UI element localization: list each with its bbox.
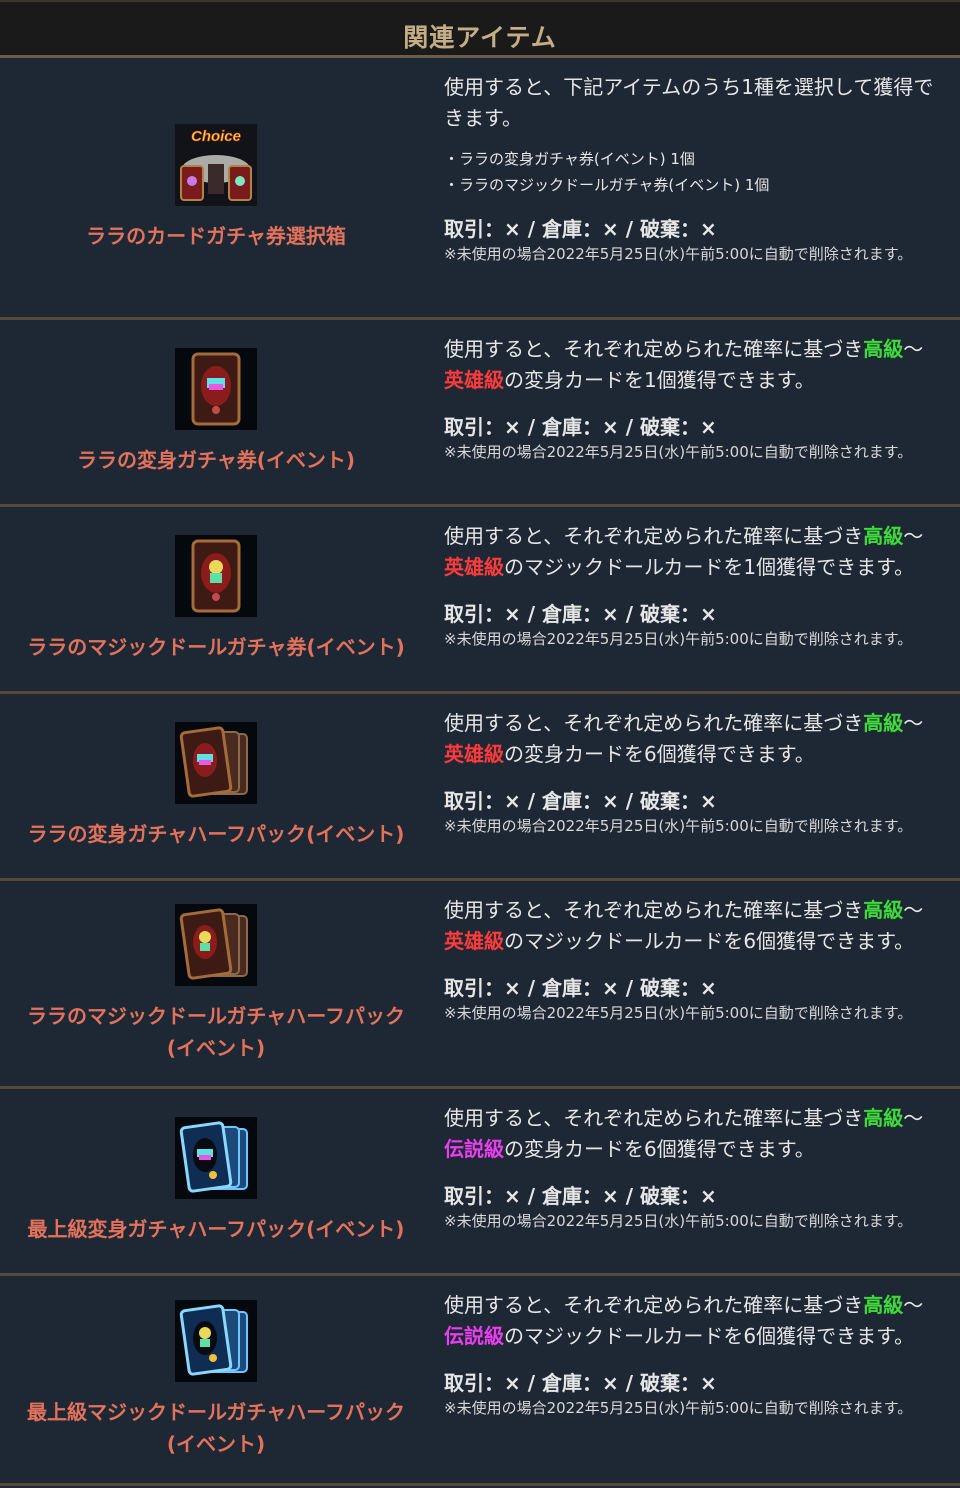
item-row: 最上級変身ガチャハーフパック(イベント) 使用すると、それぞれ定められた確率に基…	[0, 1089, 960, 1276]
item-name: ララのマジックドールガチャ券(イベント)	[27, 635, 405, 659]
grade-high-class: 高級	[863, 898, 904, 922]
item-description: 使用すると、それぞれ定められた確率に基づき高級～ 伝説級の変身カードを6個獲得でき…	[444, 1106, 924, 1161]
item-name: ララのマジックドールガチャハーフパック (イベント)	[27, 1003, 405, 1060]
item-description: 使用すると、それぞれ定められた確率に基づき高級～ 英雄級の変身カードを1個獲得でき…	[444, 337, 924, 392]
item-row: Choice ララのカードガチャ券選択箱 使用すると、下記アイテムのうち1種を選…	[0, 58, 960, 320]
expiry-note: ※未使用の場合2022年5月25日(水)午前5:00に自動で削除されます。	[444, 1399, 913, 1417]
trade-rules: 取引：× / 倉庫：× / 破棄：×	[444, 1371, 717, 1395]
grade-hero: 英雄級	[444, 742, 504, 766]
grade-high-class: 高級	[863, 1106, 904, 1130]
item-row: ララのマジックドールガチャハーフパック (イベント) 使用すると、それぞれ定められ…	[0, 881, 960, 1089]
item-description: 使用すると、それぞれ定められた確率に基づき高級～ 英雄級のマジックドールカードを6…	[444, 898, 924, 953]
item-row: ララの変身ガチャ券(イベント) 使用すると、それぞれ定められた確率に基づき高級～…	[0, 320, 960, 507]
grade-hero: 英雄級	[444, 929, 504, 953]
grade-hero: 英雄級	[444, 368, 504, 392]
trade-rules: 取引：× / 倉庫：× / 破棄：×	[444, 789, 717, 813]
item-description: 使用すると、下記アイテムのうち1種を選択して獲得できます。	[444, 75, 934, 130]
item-name: 最上級マジックドールガチャハーフパック (イベント)	[27, 1399, 405, 1456]
trade-rules: 取引：× / 倉庫：× / 破棄：×	[444, 217, 717, 241]
item-row: 最上級マジックドールガチャハーフパック (イベント) 使用すると、それぞれ定められ…	[0, 1276, 960, 1486]
item-name: ララの変身ガチャ券(イベント)	[76, 448, 356, 472]
premium-polymorph-pack-icon	[175, 1117, 257, 1199]
item-description: 使用すると、それぞれ定められた確率に基づき高級～ 英雄級のマジックドールカードを1…	[444, 524, 924, 579]
grade-legend: 伝説級	[444, 1137, 504, 1161]
item-name: ララのカードガチャ券選択箱	[86, 223, 346, 248]
grade-high-class: 高級	[863, 524, 904, 548]
grade-legend: 伝説級	[444, 1324, 504, 1348]
polymorph-pack-icon	[175, 722, 257, 804]
trade-rules: 取引：× / 倉庫：× / 破棄：×	[444, 602, 717, 626]
trade-rules: 取引：× / 倉庫：× / 破棄：×	[444, 1184, 717, 1208]
svg-text:Choice: Choice	[191, 128, 241, 145]
trade-rules: 取引：× / 倉庫：× / 破棄：×	[444, 415, 717, 439]
grade-hero: 英雄級	[444, 555, 504, 579]
item-row: ララのマジックドールガチャ券(イベント) 使用すると、それぞれ定められた確率に基…	[0, 507, 960, 694]
premium-magic-doll-pack-icon	[175, 1299, 257, 1382]
expiry-note: ※未使用の場合2022年5月25日(水)午前5:00に自動で削除されます。	[444, 443, 913, 461]
section-title: 関連アイテム	[403, 22, 557, 52]
expiry-note: ※未使用の場合2022年5月25日(水)午前5:00に自動で削除されます。	[444, 817, 913, 835]
magic-doll-pack-icon	[175, 903, 257, 986]
choice-box-icon: Choice	[175, 123, 257, 206]
list-item: ・ララのマジックドールガチャ券(イベント) 1個	[444, 176, 770, 194]
grade-high-class: 高級	[863, 337, 904, 361]
polymorph-card-icon	[175, 348, 257, 430]
item-name: 最上級変身ガチャハーフパック(イベント)	[27, 1217, 405, 1241]
grade-high-class: 高級	[863, 1293, 904, 1317]
section-header: 関連アイテム	[0, 0, 960, 58]
magic-doll-card-icon	[175, 535, 257, 617]
item-row: ララの変身ガチャハーフパック(イベント) 使用すると、それぞれ定められた確率に基…	[0, 694, 960, 881]
item-description: 使用すると、それぞれ定められた確率に基づき高級～ 伝説級のマジックドールカードを6…	[444, 1293, 924, 1348]
expiry-note: ※未使用の場合2022年5月25日(水)午前5:00に自動で削除されます。	[444, 1004, 913, 1022]
item-description: 使用すると、それぞれ定められた確率に基づき高級～ 英雄級の変身カードを6個獲得でき…	[444, 711, 924, 766]
list-item: ・ララの変身ガチャ券(イベント) 1個	[444, 150, 695, 168]
expiry-note: ※未使用の場合2022年5月25日(水)午前5:00に自動で削除されます。	[444, 630, 913, 648]
expiry-note: ※未使用の場合2022年5月25日(水)午前5:00に自動で削除されます。	[444, 1212, 913, 1230]
item-name: ララの変身ガチャハーフパック(イベント)	[27, 822, 405, 846]
trade-rules: 取引：× / 倉庫：× / 破棄：×	[444, 976, 717, 1000]
expiry-note: ※未使用の場合2022年5月25日(水)午前5:00に自動で削除されます。	[444, 245, 913, 263]
grade-high-class: 高級	[863, 711, 904, 735]
